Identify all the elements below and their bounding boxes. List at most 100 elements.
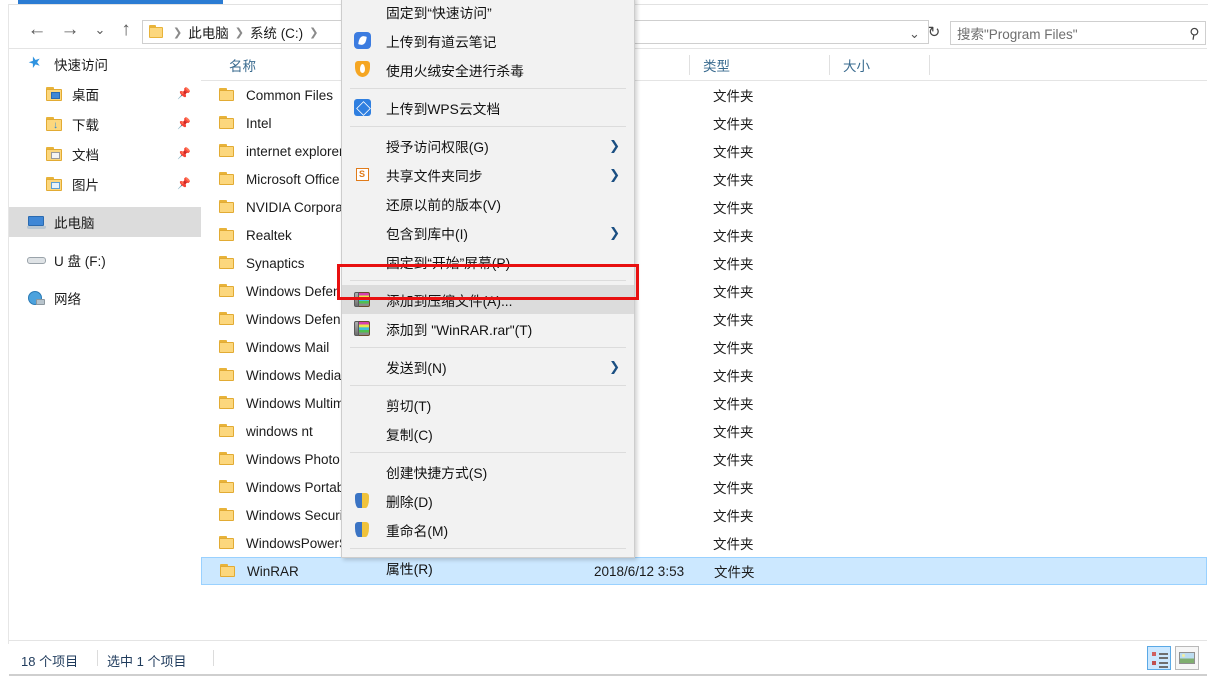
file-name-text: windows nt — [246, 423, 313, 439]
address-dropdown-chevron-down-icon[interactable]: ⌄ — [909, 26, 920, 42]
status-bar: 18 个项目 选中 1 个项目 https://blog.csdn.net/En… — [9, 640, 1207, 675]
sidebar-item-label: 桌面 — [72, 88, 99, 103]
context-menu-item-17[interactable]: 属性(R) — [342, 553, 634, 582]
folder-documents-icon — [45, 145, 65, 163]
context-menu-item-8[interactable]: 固定到“开始”屏幕(P) — [342, 247, 634, 276]
context-menu-item-5[interactable]: S 共享文件夹同步 ❯ — [342, 160, 634, 189]
context-menu-item-14[interactable]: 创建快捷方式(S) — [342, 457, 634, 486]
context-menu-item-11[interactable]: 发送到(N) ❯ — [342, 352, 634, 381]
sidebar-item-3[interactable]: 文档 📌 — [9, 139, 201, 169]
file-type-cell: 文件夹 — [713, 117, 754, 132]
back-icon[interactable]: ← — [24, 16, 50, 42]
file-type-cell: 文件夹 — [713, 397, 754, 412]
navigation-pane: 快速访问 桌面 📌 ↓ 下载 📌 文档 📌 图片 📌 此电脑 U 盘 (F:) 网络 — [9, 49, 201, 640]
usb-drive-icon — [27, 251, 47, 269]
folder-desktop-icon — [45, 85, 65, 103]
file-name-text: Intel — [246, 115, 272, 131]
context-menu-item-3[interactable]: 上传到WPS云文档 — [342, 93, 634, 122]
pin-icon[interactable]: 📌 — [177, 178, 191, 190]
file-type-cell: 文件夹 — [713, 285, 754, 300]
sidebar-item-label: 文档 — [72, 148, 99, 163]
context-menu-item-7[interactable]: 包含到库中(I) ❯ — [342, 218, 634, 247]
uac-shield-icon — [354, 521, 371, 538]
sidebar-item-6[interactable]: U 盘 (F:) — [9, 245, 201, 275]
context-menu-item-label: 固定到“快速访问” — [386, 5, 492, 21]
context-menu-item-10[interactable]: 添加到 "WinRAR.rar"(T) — [342, 314, 634, 343]
context-menu-item-6[interactable]: 还原以前的版本(V) — [342, 189, 634, 218]
folder-icon — [219, 535, 237, 551]
refresh-icon[interactable]: ↻ — [922, 20, 946, 44]
window-bottom-border — [9, 674, 1207, 676]
file-type-cell: 文件夹 — [713, 481, 754, 496]
context-menu-item-label: 还原以前的版本(V) — [386, 197, 501, 213]
sidebar-item-0[interactable]: 快速访问 — [9, 49, 201, 79]
sidebar-item-5[interactable]: 此电脑 — [9, 207, 201, 237]
winrar-icon — [354, 291, 371, 308]
file-type-cell: 文件夹 — [713, 89, 754, 104]
breadcrumb-separator-icon: ❯ — [173, 26, 183, 39]
up-icon[interactable]: ↑ — [113, 16, 139, 42]
file-name-cell: WinRAR — [220, 563, 299, 579]
large-icons-view-icon[interactable] — [1175, 646, 1199, 670]
context-menu-item-label: 发送到(N) — [386, 360, 447, 376]
file-type-cell: 文件夹 — [713, 173, 754, 188]
file-type-cell: 文件夹 — [713, 313, 754, 328]
sidebar-item-7[interactable]: 网络 — [9, 283, 201, 313]
context-menu-item-2[interactable]: 使用火绒安全进行杀毒 — [342, 55, 634, 84]
context-menu-item-1[interactable]: 上传到有道云笔记 — [342, 26, 634, 55]
file-type-cell: 文件夹 — [713, 509, 754, 524]
folder-downloads-icon: ↓ — [45, 115, 65, 133]
sidebar-item-1[interactable]: 桌面 📌 — [9, 79, 201, 109]
sidebar-item-4[interactable]: 图片 📌 — [9, 169, 201, 199]
pin-icon[interactable]: 📌 — [177, 148, 191, 160]
menu-separator — [350, 385, 626, 386]
file-name-text: internet explorer — [246, 143, 344, 159]
context-menu-item-12[interactable]: 剪切(T) — [342, 390, 634, 419]
details-view-icon[interactable] — [1147, 646, 1171, 670]
context-menu-item-label: 重命名(M) — [386, 523, 449, 539]
menu-separator — [350, 347, 626, 348]
folder-icon — [219, 507, 237, 523]
search-input[interactable]: 搜索"Program Files" ⚲ — [950, 21, 1206, 45]
context-menu-item-label: 添加到压缩文件(A)... — [386, 293, 513, 309]
search-placeholder: 搜索"Program Files" — [957, 27, 1078, 42]
file-name-cell: windows nt — [219, 423, 313, 439]
uac-shield-icon — [354, 492, 371, 509]
pin-icon[interactable]: 📌 — [177, 118, 191, 130]
pin-icon[interactable]: 📌 — [177, 88, 191, 100]
context-menu-item-9[interactable]: 添加到压缩文件(A)... — [342, 285, 634, 314]
column-header-type[interactable]: 类型 — [689, 49, 829, 81]
context-menu-item-label: 授予访问权限(G) — [386, 139, 489, 155]
column-header-size[interactable]: 大小 — [829, 49, 929, 81]
file-name-text: Windows Security — [246, 507, 354, 523]
folder-pictures-icon — [45, 175, 65, 193]
context-menu-item-label: 属性(R) — [386, 561, 433, 577]
folder-icon — [219, 171, 237, 187]
breadcrumb-item-0[interactable]: 此电脑 — [188, 22, 229, 42]
sidebar-item-2[interactable]: ↓ 下载 📌 — [9, 109, 201, 139]
file-explorer-window: ← → ⌄ ↑ ❯ 此电脑 ❯ 系统 (C:) ❯ ⌄ ↻ 搜索"Program… — [0, 0, 1208, 679]
context-menu-item-13[interactable]: 复制(C) — [342, 419, 634, 448]
view-mode-buttons — [1147, 646, 1199, 670]
context-menu-item-16[interactable]: 重命名(M) — [342, 515, 634, 544]
file-name-cell: Windows Defender — [219, 283, 360, 299]
breadcrumb-item-1[interactable]: 系统 (C:) — [250, 22, 303, 42]
context-menu-item-4[interactable]: 授予访问权限(G) ❯ — [342, 131, 634, 160]
forward-icon[interactable]: → — [57, 16, 83, 42]
recent-locations-chevron-down-icon[interactable]: ⌄ — [87, 16, 113, 42]
youdao-cloud-icon — [354, 32, 371, 49]
submenu-chevron-right-icon: ❯ — [609, 166, 620, 182]
sidebar-item-label: 图片 — [72, 178, 99, 193]
folder-icon — [220, 563, 238, 579]
computer-icon — [27, 213, 47, 231]
context-menu-item-15[interactable]: 删除(D) — [342, 486, 634, 515]
context-menu-item-0[interactable]: 固定到“快速访问” — [342, 0, 634, 26]
file-type-cell: 文件夹 — [713, 229, 754, 244]
search-icon[interactable]: ⚲ — [1187, 24, 1201, 43]
file-name-cell: Synaptics — [219, 255, 305, 271]
sidebar-item-label: 网络 — [54, 292, 81, 307]
context-menu[interactable]: 固定到“快速访问” 上传到有道云笔记 使用火绒安全进行杀毒 上传到WPS云文档 授予访问… — [341, 0, 635, 577]
file-name-text: Common Files — [246, 87, 334, 103]
folder-icon — [219, 255, 237, 271]
folder-icon — [219, 227, 237, 243]
